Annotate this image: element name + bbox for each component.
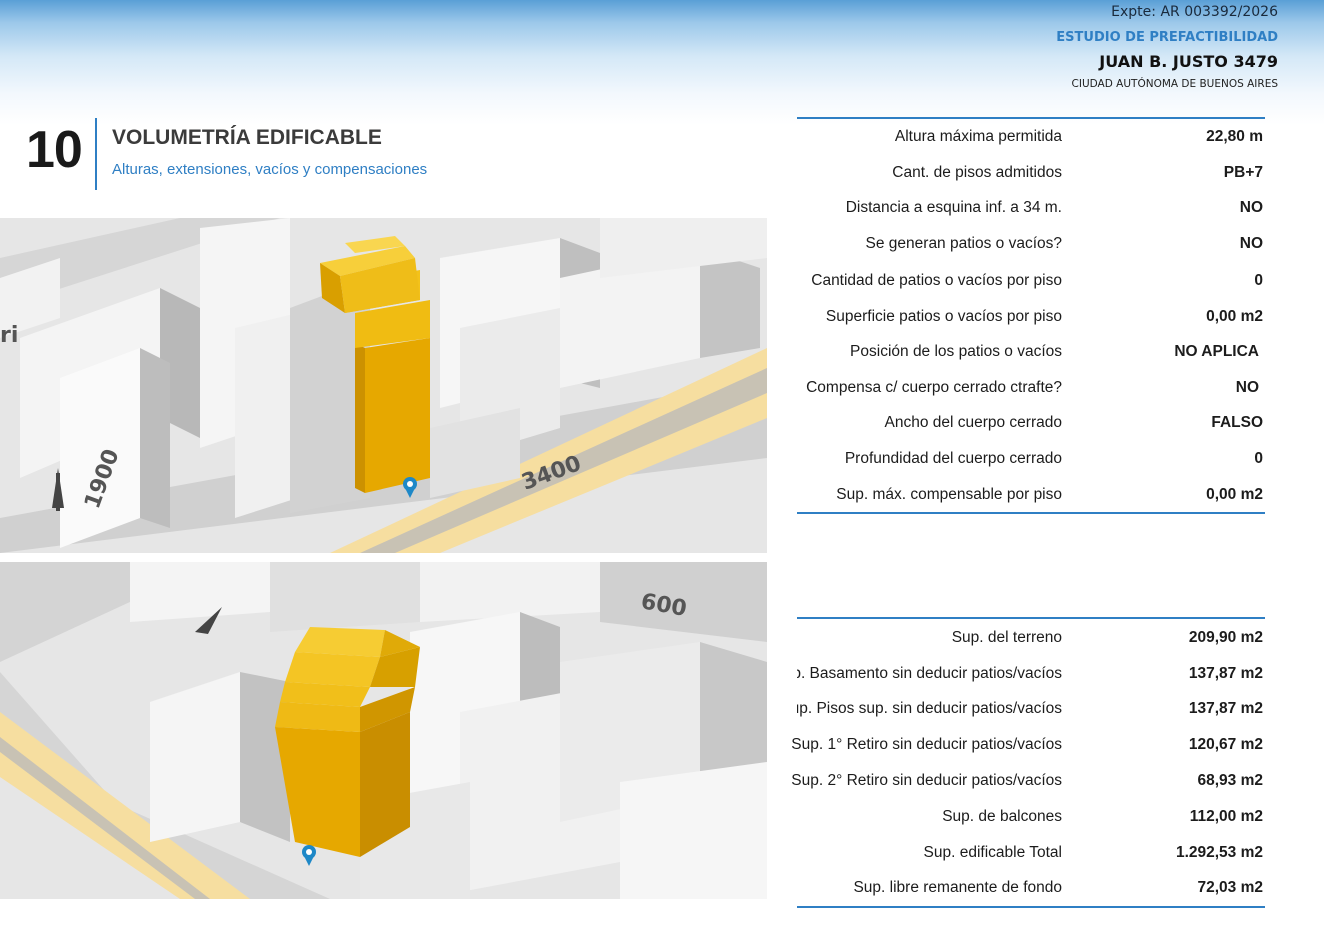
section-title: VOLUMETRÍA EDIFICABLE <box>112 126 382 149</box>
edge-street-label: ri <box>0 323 18 348</box>
table-row: Sup. del terreno 209,90 m2 <box>951 629 1263 646</box>
section-subtitle: Alturas, extensiones, vacíos y compensac… <box>112 161 428 178</box>
table-row: Sup. máx. compensable por piso 0,00 m2 <box>836 486 1263 503</box>
map-view-front: 3400 1900 ri <box>0 218 767 553</box>
surfaces-table: Sup. del terreno 209,90 m2 ıp. Basamento … <box>791 617 1265 908</box>
table-row: Sup. edificable Total 1.292,53 m2 <box>923 843 1263 861</box>
table-row: ıup. Pisos sup. sin deducir patios/vacío… <box>797 700 1263 717</box>
table-row: Cantidad de patios o vacíos por piso 0 <box>811 272 1263 289</box>
table-row: Distancia a esquina inf. a 34 m. NO <box>845 199 1263 216</box>
table-row: ıp. Basamento sin deducir patios/vacíos 1… <box>797 664 1263 682</box>
table-row: Posición de los patios o vacíos NO APLICA <box>850 343 1259 360</box>
table-row: Profundidad del cuerpo cerrado 0 <box>844 450 1263 467</box>
expte-number: Expte: AR 003392/2026 <box>1111 4 1278 20</box>
section-divider <box>95 118 97 190</box>
table-row: Sup. libre remanente de fondo 72,03 m2 <box>853 879 1263 896</box>
table-row: Compensa c/ cuerpo cerrado ctrafte? NO <box>806 378 1259 396</box>
map-rear-drawing: 600 <box>0 562 767 899</box>
table-row: Sup. 2° Retiro sin deducir patios/vacíos… <box>791 772 1263 789</box>
city: CIUDAD AUTÓNOMA DE BUENOS AIRES <box>1071 78 1278 90</box>
table-row: Sup. 1° Retiro sin deducir patios/vacíos… <box>791 736 1263 753</box>
table-row: Altura máxima permitida 22,80 m <box>894 128 1263 145</box>
table-row: Ancho del cuerpo cerrado FALSO <box>884 414 1263 431</box>
address: JUAN B. JUSTO 3479 <box>1099 52 1278 71</box>
table-row: Superficie patios o vacíos por piso 0,00 … <box>825 307 1263 325</box>
building-volume-rear <box>275 627 420 857</box>
table-row: Cant. de pisos admitidos PB+7 <box>892 163 1263 181</box>
map-view-rear: 600 <box>0 562 767 899</box>
map-front-drawing: 3400 1900 ri <box>0 218 767 553</box>
volumetry-table: Altura máxima permitida 22,80 m Cant. de … <box>797 117 1265 514</box>
table-row: Sup. de balcones 112,00 m2 <box>942 808 1263 825</box>
table-row: Se generan patios o vacíos? NO <box>865 234 1263 252</box>
section-number: 10 <box>26 121 83 179</box>
study-title: ESTUDIO DE PREFACTIBILIDAD <box>1056 30 1278 45</box>
